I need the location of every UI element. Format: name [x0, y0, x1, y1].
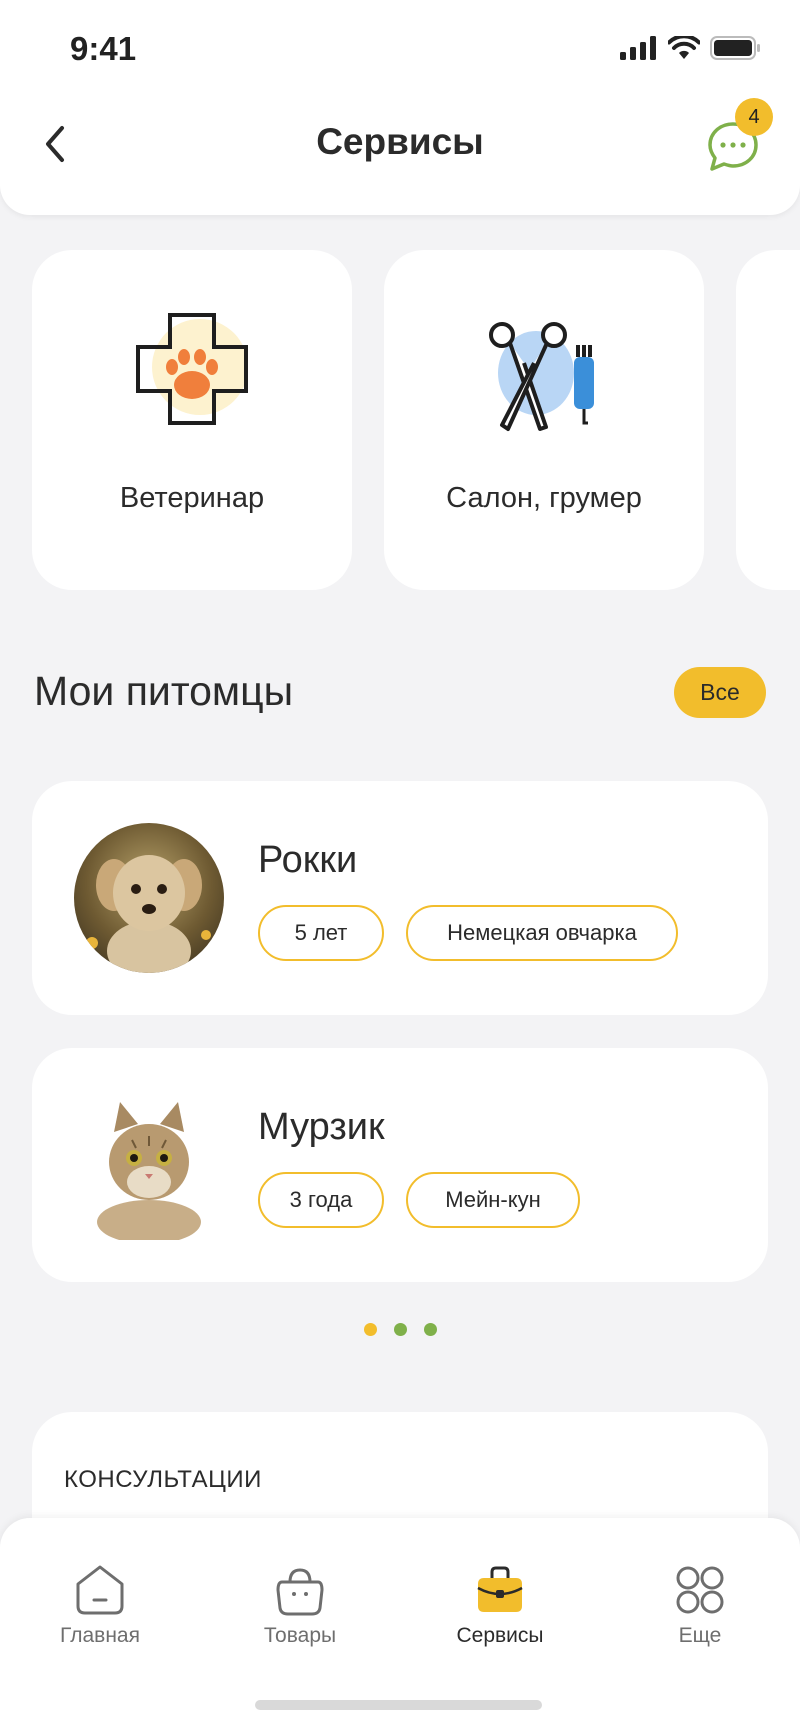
- wifi-icon: [668, 36, 700, 59]
- status-icons: [620, 36, 762, 60]
- tab-more[interactable]: Еще: [610, 1542, 790, 1652]
- header: 9:41 Сервисы 4: [0, 0, 800, 215]
- vet-cross-paw-icon: [136, 313, 248, 425]
- pet-age-chip: 5 лет: [258, 905, 384, 961]
- tab-label-home: Главная: [60, 1624, 140, 1647]
- all-pets-button[interactable]: Все: [674, 667, 766, 718]
- battery-icon: [710, 36, 760, 60]
- pet-card[interactable]: Рокки 5 лет Немецкая овчарка: [32, 781, 768, 1015]
- pet-breed-chip: Мейн-кун: [406, 1172, 580, 1228]
- service-label-groomer: Салон, грумер: [446, 482, 642, 514]
- tab-label-more: Еще: [678, 1624, 722, 1647]
- pet-breed-chip: Немецкая овчарка: [406, 905, 678, 961]
- pet-name: Рокки: [258, 839, 358, 881]
- tab-label-services: Сервисы: [456, 1624, 544, 1647]
- briefcase-icon: [477, 1566, 523, 1612]
- consultations-title: КОНСУЛЬТАЦИИ: [64, 1466, 262, 1493]
- pet-avatar-cat: [74, 1090, 224, 1240]
- signal-icon: [620, 36, 656, 60]
- section-title-pets: Мои питомцы: [34, 668, 294, 714]
- pet-age-chip: 3 года: [258, 1172, 384, 1228]
- carousel-dot-active[interactable]: [364, 1323, 377, 1336]
- home-indicator[interactable]: [255, 1700, 542, 1710]
- pet-avatar-dog: [74, 823, 224, 973]
- service-card-partial[interactable]: [736, 250, 800, 590]
- chat-badge: 4: [735, 98, 773, 136]
- bag-icon: [276, 1568, 324, 1616]
- carousel-dot[interactable]: [394, 1323, 407, 1336]
- carousel-dots: [364, 1323, 454, 1336]
- pet-card[interactable]: Мурзик 3 года Мейн-кун: [32, 1048, 768, 1282]
- service-label-vet: Ветеринар: [119, 482, 265, 514]
- service-card-groomer[interactable]: Салон, грумер: [384, 250, 704, 590]
- scissors-clipper-icon: [489, 322, 594, 431]
- home-icon: [76, 1565, 124, 1615]
- tab-home[interactable]: Главная: [10, 1542, 190, 1652]
- status-time: 9:41: [70, 30, 137, 67]
- tab-products[interactable]: Товары: [210, 1542, 390, 1652]
- page-title: Сервисы: [316, 121, 484, 162]
- service-card-vet[interactable]: Ветеринар: [32, 250, 352, 590]
- tab-services[interactable]: Сервисы: [410, 1542, 590, 1652]
- pet-name: Мурзик: [258, 1106, 385, 1148]
- carousel-dot[interactable]: [424, 1323, 437, 1336]
- tab-label-products: Товары: [263, 1624, 337, 1647]
- more-grid-icon: [676, 1566, 724, 1614]
